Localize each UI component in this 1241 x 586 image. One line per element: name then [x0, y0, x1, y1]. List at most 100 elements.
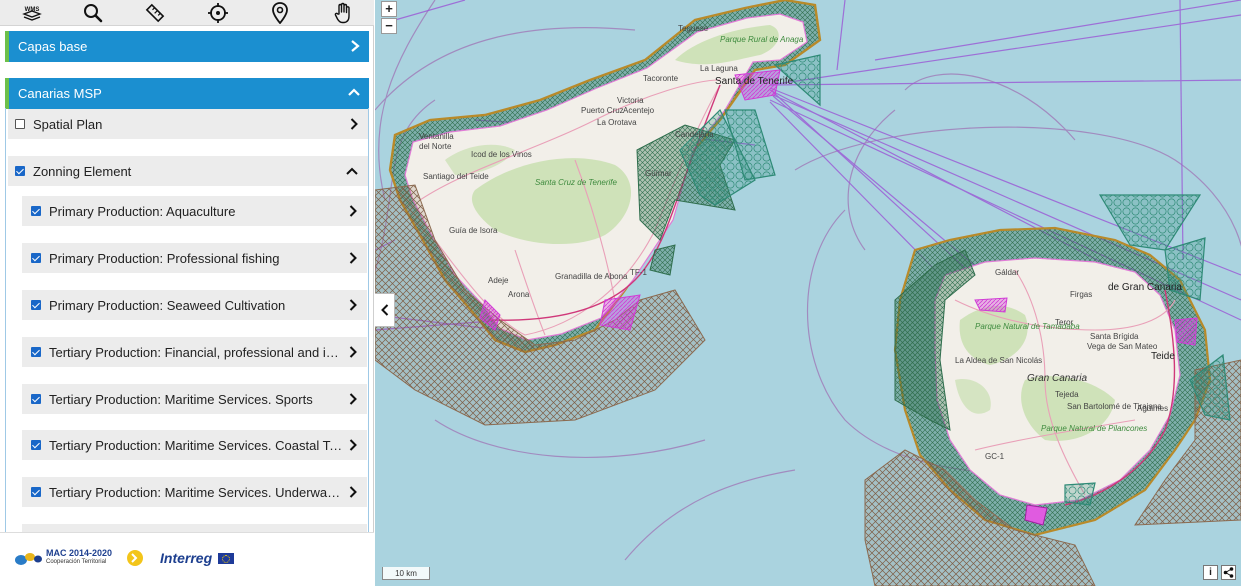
layer-item-partial[interactable] [22, 524, 367, 532]
hand-pan-icon[interactable] [323, 0, 363, 26]
zoom-out-button[interactable]: − [381, 18, 397, 34]
map-label: Ventanilla [419, 132, 454, 141]
layer-item[interactable]: Primary Production: Aquaculture [22, 196, 367, 226]
map-label: Acentejo [623, 106, 655, 115]
interreg-logo: Interreg [160, 550, 235, 566]
layer-checkbox[interactable] [31, 300, 41, 310]
checkbox-spatial-plan[interactable] [15, 119, 25, 129]
measure-icon[interactable] [135, 0, 175, 26]
map-label: La Orotava [597, 118, 637, 127]
scale-label: 10 km [395, 568, 417, 578]
chevron-right-icon [349, 252, 357, 264]
chevron-right-icon [351, 40, 360, 52]
map-label: Agüimes [1137, 404, 1169, 413]
layer-checkbox[interactable] [31, 206, 41, 216]
interreg-label: Interreg [160, 550, 213, 566]
location-pin-icon[interactable] [260, 0, 300, 26]
chevron-right-icon [350, 118, 358, 130]
footer-logos: MAC 2014-2020 Cooperación Territorial In… [0, 532, 374, 586]
chevron-up-icon [348, 88, 360, 96]
map-label: Granadilla de Abona [555, 272, 628, 281]
map-label: Icod de los Vinos [471, 150, 532, 159]
map-label: Arona [508, 290, 530, 299]
layer-item[interactable]: Primary Production: Professional fishing [22, 243, 367, 273]
layer-item[interactable]: Tertiary Production: Maritime Services. … [22, 477, 367, 507]
scale-bar: 10 km [382, 567, 430, 580]
wms-icon[interactable]: WMS [12, 0, 52, 26]
map-label: Vega de San Mateo [1087, 342, 1158, 351]
map-view[interactable]: Teguese Santa de Tenerife La Laguna Taco… [375, 0, 1241, 586]
capas-base-header[interactable]: Capas base [5, 31, 369, 62]
map-label: Santa Cruz de Tenerife [535, 178, 617, 187]
map-label: La Aldea de San Nicolás [955, 356, 1043, 365]
layer-label: Primary Production: Professional fishing [49, 250, 280, 266]
layer-label: Tertiary Production: Maritime Services. … [49, 484, 343, 500]
map-label: Gáldar [995, 268, 1020, 277]
layer-label: Spatial Plan [33, 116, 103, 132]
layer-label: Zonning Element [33, 163, 132, 179]
map-label: Santa de Tenerife [715, 76, 794, 87]
layer-item[interactable]: Tertiary Production: Maritime Services. … [22, 430, 367, 460]
mac-subtitle: Cooperación Territorial [46, 559, 107, 565]
info-button[interactable]: i [1203, 565, 1218, 580]
map-label: Parque Rural de Anaga [720, 35, 804, 44]
share-icon [1223, 567, 1234, 578]
map-label: Santa Brígida [1090, 332, 1139, 341]
map-label: Gran Canaria [1027, 373, 1088, 384]
map-label: Tejeda [1055, 390, 1079, 399]
map-label: GC-1 [985, 452, 1005, 461]
chevron-right-icon [349, 486, 357, 498]
eu-flag-icon [218, 552, 235, 564]
map-label: Adeje [488, 276, 509, 285]
map-label: Guía de Isora [449, 226, 498, 235]
mac-logo: MAC 2014-2020 Cooperación Territorial [14, 549, 144, 567]
msp-layer-list: Spatial Plan Zonning Element Primary Pro… [5, 108, 369, 532]
chevron-right-icon [349, 346, 357, 358]
chevron-right-icon [349, 393, 357, 405]
mac-title: MAC 2014-2020 [46, 548, 113, 558]
map-label: TF-1 [630, 268, 647, 277]
layer-item[interactable]: Primary Production: Seaweed Cultivation [22, 290, 367, 320]
layer-item[interactable]: Tertiary Production: Financial, professi… [22, 337, 367, 367]
chevron-right-icon [349, 299, 357, 311]
chevron-up-icon [346, 167, 358, 175]
layer-label: Tertiary Production: Financial, professi… [49, 344, 343, 360]
toolbar: WMS [0, 0, 374, 26]
canarias-msp-header[interactable]: Canarias MSP [5, 78, 369, 109]
layer-checkbox[interactable] [31, 440, 41, 450]
chevron-right-icon [349, 205, 357, 217]
chevron-left-icon [380, 304, 388, 316]
layer-zonning-element[interactable]: Zonning Element [8, 156, 368, 186]
layer-label: Tertiary Production: Maritime Services. … [49, 391, 313, 407]
layer-checkbox[interactable] [31, 487, 41, 497]
map-label: Candelaria [675, 130, 714, 139]
map-label: Parque Natural de Pilancones [1041, 424, 1148, 433]
chevron-right-icon [349, 439, 357, 451]
layer-spatial-plan[interactable]: Spatial Plan [8, 109, 368, 139]
collapse-sidebar-button[interactable] [375, 293, 395, 327]
map-label: Parque Natural de Tamadaba [975, 322, 1080, 331]
map-label: Firgas [1070, 290, 1093, 299]
info-icon: i [1209, 567, 1212, 578]
zoom-in-button[interactable]: + [381, 1, 397, 17]
map-label: Santiago del Teide [423, 172, 489, 181]
layer-checkbox[interactable] [31, 253, 41, 263]
search-icon[interactable] [73, 0, 113, 26]
layer-label: Primary Production: Seaweed Cultivation [49, 297, 286, 313]
map-label: del Norte [419, 142, 452, 151]
crosshair-icon[interactable] [198, 0, 238, 26]
layer-checkbox[interactable] [31, 394, 41, 404]
checkbox-zonning-element[interactable] [15, 166, 25, 176]
layer-label: Tertiary Production: Maritime Services. … [49, 437, 343, 453]
map-label: Victoria [617, 96, 644, 105]
layer-item[interactable]: Tertiary Production: Maritime Services. … [22, 384, 367, 414]
emblem-icon [127, 550, 144, 566]
map-label: Tacoronte [643, 74, 679, 83]
wms-label: WMS [25, 7, 40, 13]
capas-base-label: Capas base [18, 39, 88, 54]
app-window: WMS Capas base Canarias MSP Spatial Plan… [0, 0, 1241, 586]
canarias-msp-label: Canarias MSP [18, 86, 102, 101]
share-button[interactable] [1221, 565, 1236, 580]
layer-checkbox[interactable] [31, 347, 41, 357]
map-canvas[interactable] [375, 0, 1241, 586]
